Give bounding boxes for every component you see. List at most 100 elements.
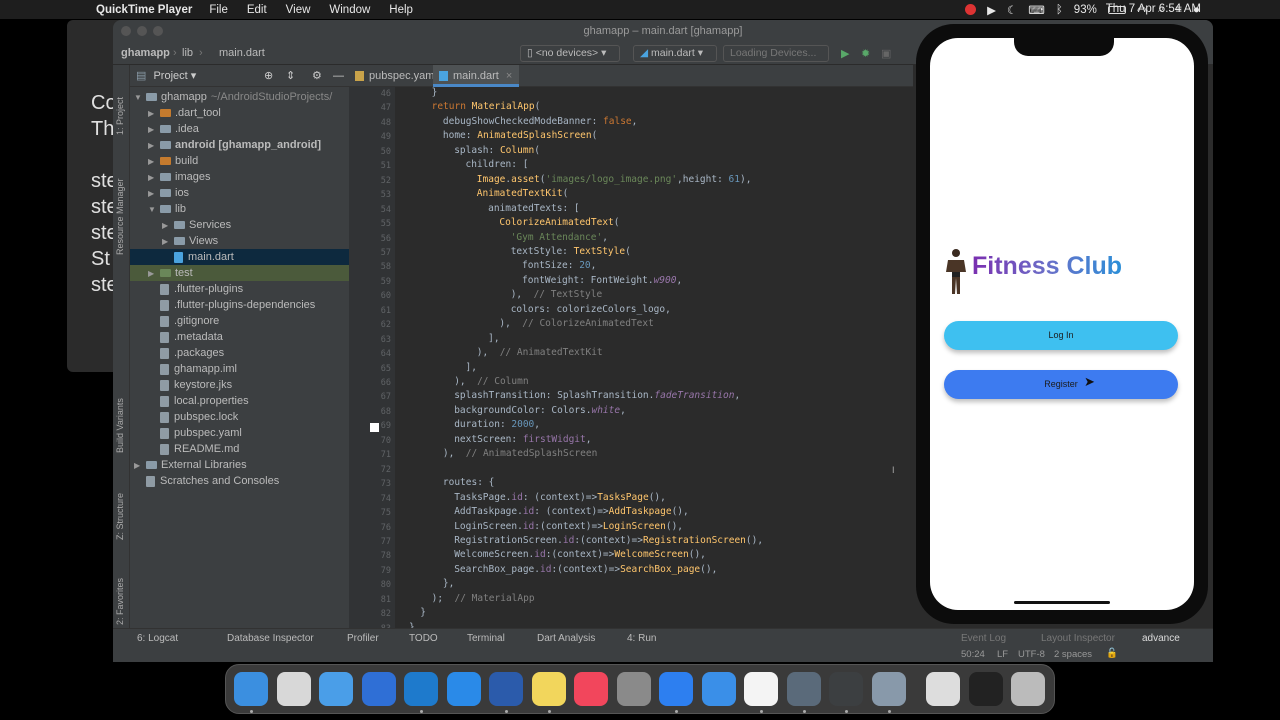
tab-project[interactable]: 1: Project (115, 97, 125, 135)
tree-item[interactable]: ▶ External Libraries (130, 457, 349, 473)
moon-icon[interactable]: ☾ (1007, 3, 1017, 17)
clock[interactable]: Thu 7 Apr 6:54 AM (1106, 3, 1201, 15)
project-panel-title[interactable]: Project (153, 70, 187, 82)
tree-item[interactable]: Scratches and Consoles (130, 473, 349, 489)
chevron-right-icon[interactable]: ▶ (148, 154, 160, 169)
breadcrumb-project[interactable]: ghamapp (121, 47, 170, 59)
lock-icon[interactable]: 🔓 (1106, 648, 1118, 659)
chevron-right-icon[interactable]: ▶ (148, 266, 160, 281)
minimize-window-button[interactable] (137, 26, 147, 36)
tree-item[interactable]: .packages (130, 345, 349, 361)
screen-icon[interactable] (968, 672, 1003, 706)
tab-favorites[interactable]: 2: Favorites (115, 578, 125, 625)
tool-database-inspector[interactable]: Database Inspector (227, 633, 314, 644)
chevron-right-icon[interactable]: ▶ (148, 122, 160, 137)
tree-item[interactable]: .gitignore (130, 313, 349, 329)
app-store-icon[interactable] (446, 672, 481, 706)
chevron-right-icon[interactable]: ▶ (148, 106, 160, 121)
breadcrumb-file[interactable]: main.dart (219, 47, 265, 59)
tree-item[interactable]: ▶ build (130, 153, 349, 169)
chevron-right-icon[interactable]: ▶ (148, 138, 160, 153)
close-tab-icon[interactable]: × (506, 70, 512, 82)
chevron-right-icon[interactable]: ▶ (134, 458, 146, 473)
tree-item[interactable]: main.dart (130, 249, 349, 265)
tree-item[interactable]: .flutter-plugins-dependencies (130, 297, 349, 313)
menu-help[interactable]: Help (389, 4, 413, 16)
finder-icon[interactable] (234, 672, 268, 706)
breadcrumb-lib[interactable]: lib (182, 47, 193, 59)
cursor-position[interactable]: 50:24 (961, 649, 985, 660)
itunes-file-icon[interactable] (926, 672, 960, 706)
app-menu[interactable]: QuickTime Player (96, 4, 192, 16)
safari-icon[interactable] (701, 672, 736, 706)
android-studio-icon[interactable] (829, 672, 863, 706)
menu-file[interactable]: File (209, 4, 228, 16)
zoom-window-button[interactable] (153, 26, 163, 36)
hide-icon[interactable]: — (333, 65, 344, 87)
tree-item[interactable]: .metadata (130, 329, 349, 345)
keyboard-icon[interactable]: ⌨ (1028, 3, 1045, 17)
bluetooth-icon[interactable]: ᛒ (1056, 4, 1063, 16)
menu-window[interactable]: Window (329, 4, 370, 16)
login-button[interactable]: Log In (944, 321, 1178, 350)
locate-icon[interactable]: ⊕ (264, 65, 273, 87)
tree-item[interactable]: local.properties (130, 393, 349, 409)
chevron-down-icon[interactable]: ▼ (148, 202, 160, 217)
tool-terminal[interactable]: Terminal (467, 633, 505, 644)
tab-pubspec-yaml[interactable]: pubspec.yaml (349, 65, 437, 87)
system-preferences-icon[interactable] (616, 672, 651, 706)
attach-icon[interactable]: ▣ (881, 47, 891, 60)
menu-view[interactable]: View (286, 4, 311, 16)
device-selector[interactable]: ▯ <no devices> ▾ (520, 45, 620, 62)
tool-profiler[interactable]: Profiler (347, 633, 379, 644)
notes-icon[interactable] (531, 672, 566, 706)
tree-item[interactable]: ▼ lib (130, 201, 349, 217)
generic-app-icon[interactable] (744, 672, 778, 706)
app-store2-icon[interactable] (659, 672, 693, 706)
tab-build-variants[interactable]: Build Variants (115, 398, 125, 453)
chevron-right-icon[interactable]: ▶ (162, 234, 174, 249)
chevron-right-icon[interactable]: ▶ (162, 218, 174, 233)
file-encoding[interactable]: UTF-8 (1018, 649, 1045, 660)
tree-item[interactable]: ▶ .idea (130, 121, 349, 137)
vscode-icon[interactable] (404, 672, 438, 706)
tree-item[interactable]: .flutter-plugins (130, 281, 349, 297)
launchpad-icon[interactable] (276, 672, 311, 706)
tab-main-dart[interactable]: main.dart × (433, 65, 519, 87)
tab-resource-manager[interactable]: Resource Manager (115, 178, 125, 255)
tool-layout-inspector[interactable]: Layout Inspector (1041, 633, 1115, 644)
tool-logcat[interactable]: 6: Logcat (137, 633, 178, 644)
tool-event-log[interactable]: Event Log (961, 633, 1006, 644)
word-icon[interactable] (489, 672, 523, 706)
tree-item[interactable]: ▶ ios (130, 185, 349, 201)
music-icon[interactable] (574, 672, 608, 706)
quicktime-icon[interactable] (786, 672, 821, 706)
loading-devices-selector[interactable]: Loading Devices... (723, 45, 829, 62)
close-window-button[interactable] (121, 26, 131, 36)
chevron-right-icon[interactable]: ▶ (148, 186, 160, 201)
collapse-icon[interactable]: ⇕ (286, 65, 295, 87)
tree-item[interactable]: ▶ android [ghamapp_android] (130, 137, 349, 153)
battery-percent[interactable]: 93% (1074, 4, 1097, 16)
tool-run[interactable]: 4: Run (627, 633, 656, 644)
home-indicator[interactable] (1014, 601, 1110, 604)
tree-item[interactable]: ▶ Views (130, 233, 349, 249)
tree-item[interactable]: ▶ images (130, 169, 349, 185)
tree-item[interactable]: ▼ ghamapp ~/AndroidStudioProjects/ (130, 89, 349, 105)
tree-item[interactable]: ▶ test (130, 265, 349, 281)
trash-icon[interactable] (1011, 672, 1045, 706)
debug-icon[interactable]: ✹ (861, 47, 870, 60)
tree-item[interactable]: pubspec.yaml (130, 425, 349, 441)
tool-todo[interactable]: TODO (409, 633, 438, 644)
tree-item[interactable]: ▶ .dart_tool (130, 105, 349, 121)
tool-dart-analysis[interactable]: Dart Analysis (537, 633, 595, 644)
tree-item[interactable]: keystore.jks (130, 377, 349, 393)
tree-item[interactable]: README.md (130, 441, 349, 457)
tab-structure[interactable]: Z: Structure (115, 493, 125, 540)
line-separator[interactable]: LF (997, 649, 1008, 660)
run-icon[interactable]: ▶ (841, 47, 849, 60)
menu-edit[interactable]: Edit (247, 4, 267, 16)
tree-item[interactable]: ghamapp.iml (130, 361, 349, 377)
chevron-down-icon[interactable]: ▼ (134, 90, 146, 105)
tree-item[interactable]: ▶ Services (130, 217, 349, 233)
